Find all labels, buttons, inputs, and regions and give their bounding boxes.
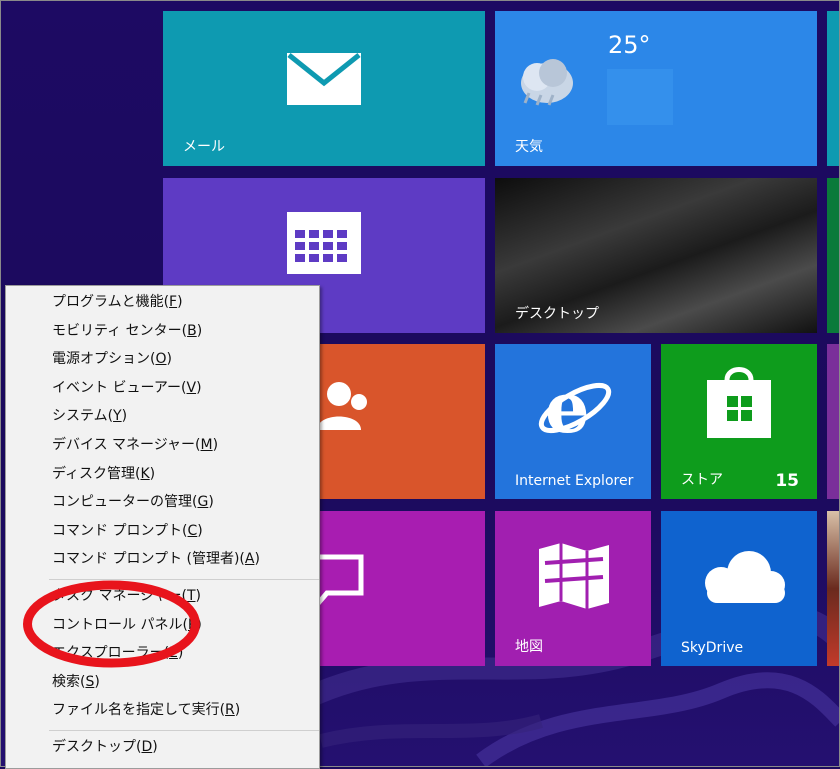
tile-maps[interactable]: 地図 (495, 511, 651, 666)
menu-item-label: 電源オプション( (52, 351, 156, 368)
menu-item-label: イベント ビューアー( (52, 379, 187, 396)
menu-item[interactable]: デバイス マネージャー(M) (52, 434, 218, 454)
tile-label: Internet Explorer (515, 473, 634, 489)
menu-item-label: システム( (52, 408, 114, 425)
menu-separator (49, 730, 319, 731)
menu-item-label: 検索( (52, 673, 86, 690)
weather-temperature: 25° (608, 31, 651, 59)
menu-item[interactable]: コマンド プロンプト (管理者)(A) (52, 548, 260, 568)
tile-internet-explorer[interactable]: e Internet Explorer (495, 344, 651, 499)
tile-label: メール (183, 139, 225, 155)
menu-item[interactable]: モビリティ センター(B) (52, 320, 202, 340)
menu-item-label: モビリティ センター( (52, 322, 188, 339)
menu-item-close-paren: ) (177, 294, 183, 310)
menu-item-close-paren: ) (212, 437, 219, 453)
mail-icon (287, 53, 361, 105)
calendar-icon (287, 212, 361, 274)
menu-item-accelerator-key: B (187, 322, 197, 339)
menu-item-close-paren: ) (254, 551, 260, 568)
menu-item-label: コマンド プロンプト( (52, 522, 188, 539)
menu-item-accelerator-key: C (187, 522, 198, 539)
tile-store[interactable]: ストア 15 (661, 344, 817, 499)
menu-item[interactable]: 電源オプション(O) (52, 348, 172, 368)
store-bag-icon (707, 367, 771, 438)
cloud-icon (521, 59, 573, 106)
menu-item-accelerator-key: V (186, 379, 197, 396)
tile-partial-right-1[interactable] (827, 11, 839, 166)
tile-partial-right-4[interactable] (827, 511, 839, 666)
store-badge: 15 (775, 471, 799, 491)
menu-item-close-paren: ) (196, 379, 202, 396)
menu-item-label: ファイル名を指定して実行( (52, 702, 226, 719)
menu-item-close-paren: ) (197, 522, 203, 539)
menu-item-label: プログラムと機能( (52, 294, 170, 310)
menu-item-close-paren: ) (234, 702, 241, 719)
menu-item-close-paren: ) (208, 494, 214, 511)
menu-item[interactable]: ファイル名を指定して実行(R) (52, 699, 240, 719)
tile-partial-right-2[interactable] (827, 178, 839, 333)
menu-item-accelerator-key: R (225, 702, 235, 719)
tile-label: 地図 (515, 639, 543, 655)
menu-item-label: コマンド プロンプト (管理者)( (52, 551, 245, 568)
menu-item-label: ディスク管理( (52, 465, 141, 482)
menu-item[interactable]: 検索(S) (52, 671, 100, 691)
menu-item-label: コンピューターの管理( (52, 494, 198, 511)
menu-item-close-paren: ) (121, 408, 128, 425)
menu-item-accelerator-key: Y (113, 408, 122, 425)
internet-explorer-icon: e (538, 366, 612, 444)
menu-item-accelerator-key: M (200, 437, 213, 453)
tile-weather[interactable]: 25° 天気 (495, 11, 817, 166)
tile-label: SkyDrive (681, 640, 744, 656)
menu-item[interactable]: デスクトップ(D) (52, 736, 158, 756)
power-user-menu: プログラムと機能(F) モビリティ センター(B) 電源オプション(O) イベント ビ… (5, 285, 320, 769)
menu-item[interactable]: コンピューターの管理(G) (52, 491, 214, 511)
menu-item[interactable]: ディスク管理(K) (52, 463, 155, 483)
menu-item-label: デバイス マネージャー( (52, 437, 201, 453)
tile-partial-right-3[interactable] (827, 344, 839, 499)
menu-item-close-paren: ) (149, 465, 156, 482)
menu-item-label: デスクトップ( (52, 739, 142, 755)
highlight-ellipse (23, 580, 200, 668)
menu-item[interactable]: イベント ビューアー(V) (52, 377, 202, 397)
menu-item-close-paren: ) (94, 673, 100, 690)
tile-desktop[interactable]: デスクトップ (495, 178, 817, 333)
tile-label: ストア (681, 472, 723, 488)
tile-skydrive[interactable]: SkyDrive (661, 511, 817, 666)
menu-item-close-paren: ) (152, 739, 158, 755)
menu-item-close-paren: ) (166, 351, 172, 368)
menu-item[interactable]: プログラムと機能(F) (52, 291, 183, 311)
map-icon (539, 543, 609, 609)
tile-mail[interactable]: メール (163, 11, 485, 166)
people-icon (317, 382, 367, 430)
menu-item-accelerator-key: D (141, 739, 153, 755)
menu-item[interactable]: システム(Y) (52, 405, 127, 425)
menu-item-accelerator-key: O (155, 351, 167, 368)
tile-label: 天気 (515, 139, 543, 155)
menu-item-accelerator-key: G (197, 494, 209, 511)
menu-item-accelerator-key: K (140, 465, 150, 482)
menu-item-accelerator-key: F (169, 294, 178, 310)
menu-item[interactable]: コマンド プロンプト(C) (52, 520, 203, 540)
menu-item-close-paren: ) (196, 322, 203, 339)
cloud-icon (705, 551, 785, 603)
tile-label: デスクトップ (515, 306, 599, 322)
